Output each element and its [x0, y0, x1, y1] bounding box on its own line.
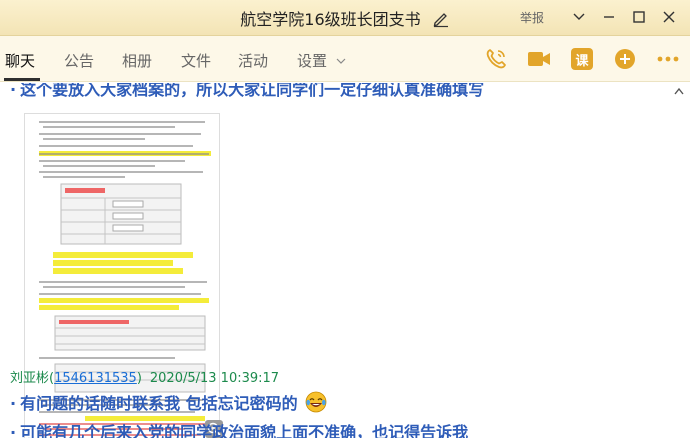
maximize-icon[interactable] — [626, 7, 652, 27]
class-button[interactable]: 课 — [570, 47, 594, 71]
message-text: · 有问题的话随时联系我 包括忘记密码的 — [10, 390, 327, 414]
class-icon: 课 — [571, 48, 593, 70]
bullet-icon: · — [10, 423, 17, 438]
report-button[interactable]: 举报 — [520, 9, 544, 26]
active-tab-indicator — [4, 78, 40, 81]
tab-chat[interactable]: 聊天 — [5, 50, 35, 71]
message-content: 可能有几个后来入党的同学政治面貌上面不准确，也记得告诉我 — [20, 423, 469, 438]
edit-pencil-icon[interactable] — [432, 10, 450, 28]
tab-announcements[interactable]: 公告 — [64, 50, 94, 71]
tabs-bar: 聊天 公告 相册 文件 活动 设置 课 — [0, 36, 690, 82]
tab-album[interactable]: 相册 — [122, 50, 152, 71]
close-icon[interactable] — [656, 7, 682, 27]
message-sender: 刘亚彬(1546131535) 2020/5/13 10:39:17 — [10, 371, 280, 386]
title-bar: 航空学院16级班长团支书 举报 — [0, 0, 690, 36]
tab-activities[interactable]: 活动 — [238, 50, 268, 71]
scroll-up-arrow-icon[interactable] — [674, 87, 684, 95]
message-text: · 这个要放入大家档案的，所以大家让同学们一定仔细认真准确填写 — [10, 83, 484, 100]
window-controls: 举报 — [520, 7, 682, 27]
chevron-down-icon[interactable] — [566, 7, 592, 27]
sender-name[interactable]: 刘亚彬 — [10, 371, 49, 386]
message-time: 2020/5/13 10:39:17 — [149, 371, 280, 386]
toolbar-icons: 课 — [465, 47, 680, 71]
tab-settings-label: 设置 — [297, 52, 328, 70]
chat-history[interactable]: · 这个要放入大家档案的，所以大家让同学们一定仔细认真准确填写 刘亚彬(1546… — [0, 83, 690, 438]
tab-settings[interactable]: 设置 — [297, 50, 346, 71]
window-title: 航空学院16级班长团支书 — [240, 10, 421, 29]
sender-qq-link[interactable]: 1546131535 — [54, 371, 137, 386]
bullet-icon: · — [10, 83, 17, 99]
chevron-down-icon — [336, 58, 346, 64]
more-icon[interactable] — [656, 47, 680, 71]
phone-icon[interactable] — [484, 47, 508, 71]
add-icon[interactable] — [613, 47, 637, 71]
video-camera-icon[interactable] — [527, 47, 551, 71]
laughing-tears-emoji-icon — [305, 391, 327, 413]
message-content: 有问题的话随时联系我 包括忘记密码的 — [20, 394, 298, 413]
message-content: 这个要放入大家档案的，所以大家让同学们一定仔细认真准确填写 — [20, 83, 485, 99]
minimize-icon[interactable] — [596, 7, 622, 27]
tab-files[interactable]: 文件 — [181, 50, 211, 71]
bullet-icon: · — [10, 394, 17, 413]
message-text: · 可能有几个后来入党的同学政治面貌上面不准确，也记得告诉我 — [10, 419, 468, 438]
